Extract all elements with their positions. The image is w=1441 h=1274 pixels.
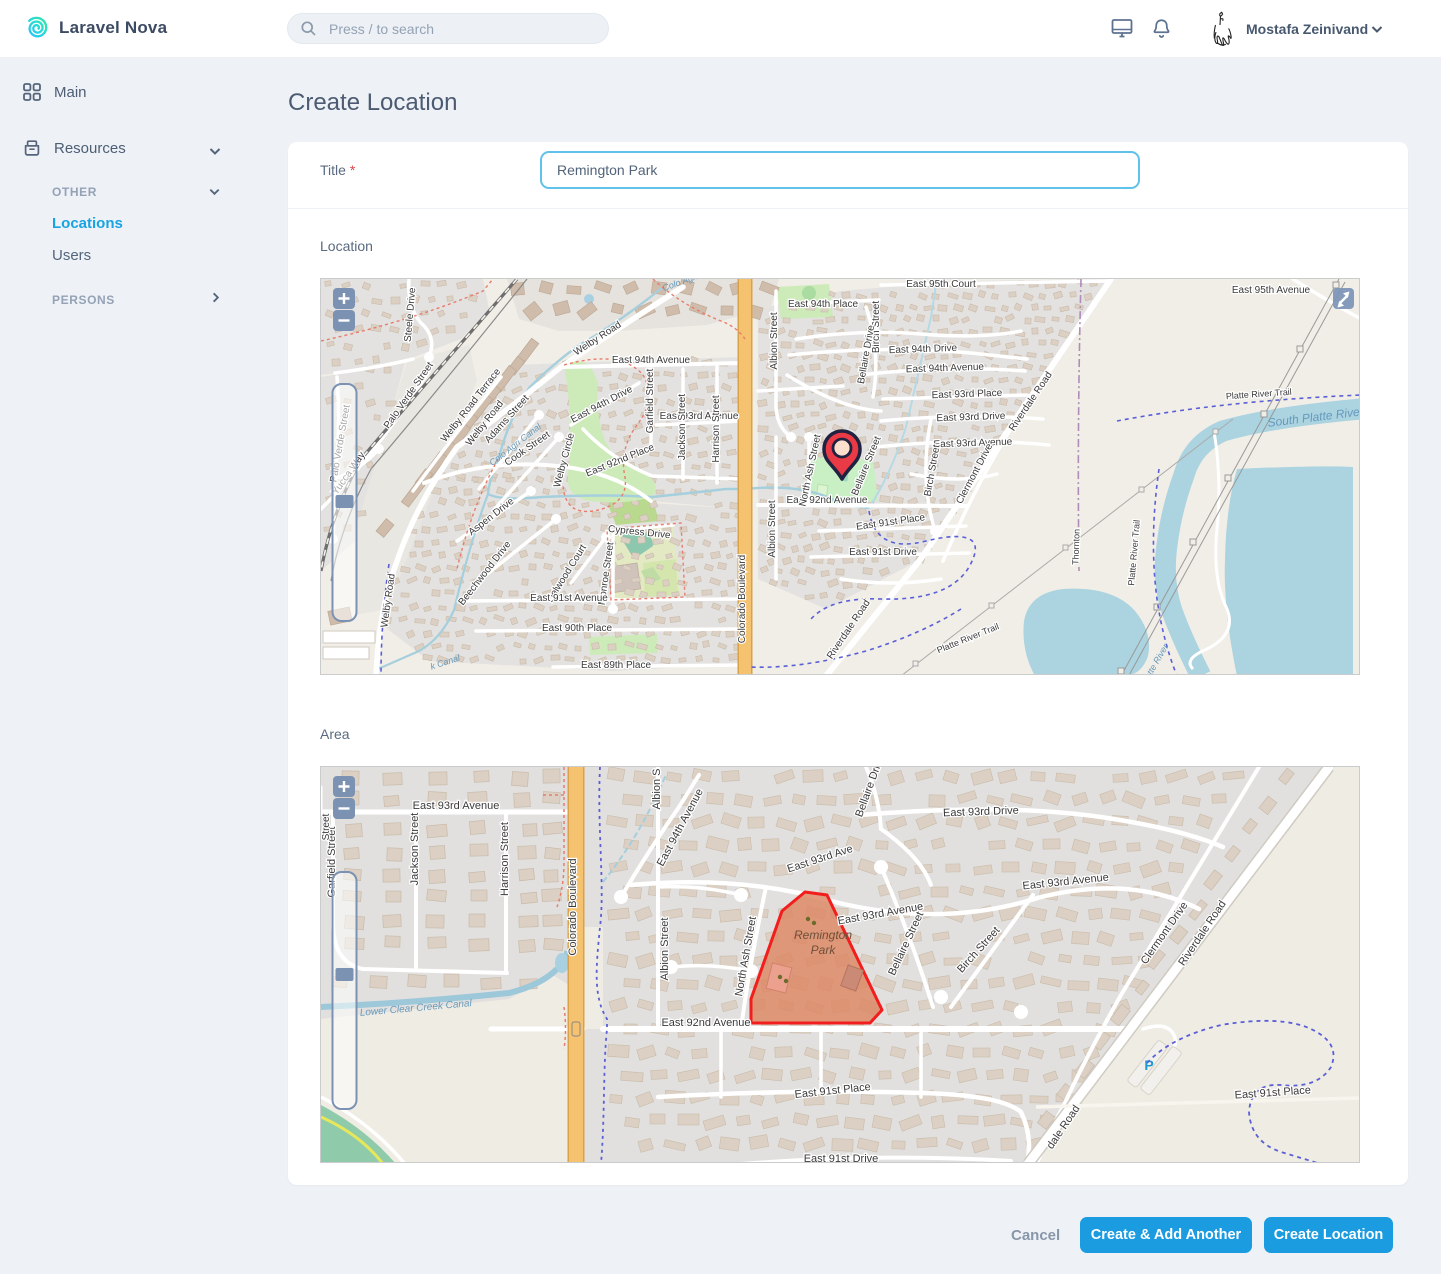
svg-text:Albion Street: Albion Street [659,918,671,981]
svg-text:P: P [1144,1057,1153,1073]
svg-text:East 93rd Drive: East 93rd Drive [943,805,1019,820]
svg-text:East 94th Avenue: East 94th Avenue [612,355,691,366]
svg-text:East 91st Drive: East 91st Drive [804,1153,879,1163]
svg-text:East 91st Place: East 91st Place [794,1081,871,1101]
svg-text:Platte River Trail: Platte River Trail [935,621,1000,655]
svg-text:Platte River Trail: Platte River Trail [1226,387,1293,402]
svg-text:Street: Street [321,813,332,840]
svg-text:East 91st Avenue: East 91st Avenue [530,593,608,604]
svg-text:East 93rd Avenue: East 93rd Avenue [413,800,500,812]
svg-text:Harrison Street: Harrison Street [499,822,511,896]
svg-text:Garfield Street: Garfield Street [645,369,656,434]
svg-text:Jackson Street: Jackson Street [409,813,421,886]
svg-text:Park: Park [811,943,837,957]
svg-text:Albion Street: Albion Street [767,500,778,557]
svg-text:East 89th Place: East 89th Place [581,660,651,671]
svg-text:Thornton: Thornton [1070,529,1081,565]
svg-text:East 92nd Avenue: East 92nd Avenue [661,1017,750,1029]
svg-text:Harrison Street: Harrison Street [711,395,722,462]
svg-text:Remington: Remington [794,928,852,942]
svg-text:Jackson Street: Jackson Street [677,394,688,460]
svg-text:East 94th Place: East 94th Place [788,299,858,310]
svg-text:Colorado Boulevard: Colorado Boulevard [737,555,748,643]
svg-text:East 93rd Avenue: East 93rd Avenue [660,411,739,422]
svg-text:East 91st Drive: East 91st Drive [849,547,917,558]
svg-text:Bellaire Drive: Bellaire Drive [853,767,887,819]
svg-text:East 90th Place: East 90th Place [542,623,612,634]
svg-text:Colorado Boulevard: Colorado Boulevard [567,858,579,955]
svg-text:East 95th Court: East 95th Court [906,279,976,290]
svg-text:Albion S: Albion S [651,769,663,810]
svg-text:East 95th Avenue: East 95th Avenue [1232,285,1311,296]
svg-text:Platte River Trail: Platte River Trail [1126,519,1142,586]
svg-text:Albion Street: Albion Street [769,312,780,369]
